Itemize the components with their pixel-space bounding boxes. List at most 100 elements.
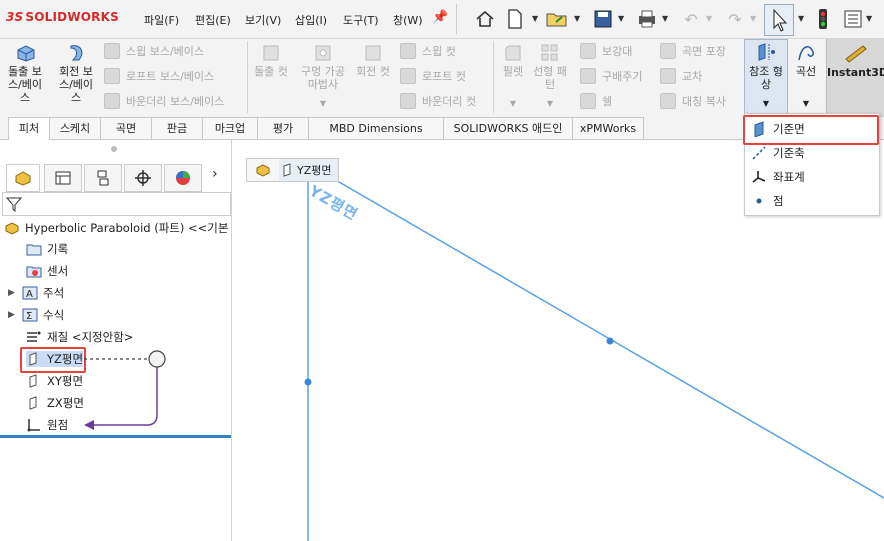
tab-solidworks-addins[interactable]: SOLIDWORKS 애드인 xyxy=(443,117,573,139)
wrap-button[interactable]: 곡면 포장 xyxy=(660,43,726,59)
menu-window[interactable]: 창(W) xyxy=(393,12,423,28)
wrap-label: 곡면 포장 xyxy=(682,45,726,58)
mirror-icon xyxy=(660,93,676,109)
hole-wizard-button[interactable]: 구멍 가공 마법사 ▼ xyxy=(296,42,350,110)
instant3d-label: Instant3D xyxy=(827,66,884,79)
tab-features[interactable]: 피처 xyxy=(8,117,50,140)
loft-boss-label: 로프트 보스/베이스 xyxy=(126,70,215,83)
print-dropdown-icon[interactable]: ▼ xyxy=(662,14,668,23)
tab-sketch[interactable]: 스케치 xyxy=(49,117,101,139)
pin-icon[interactable]: 📌 xyxy=(432,10,448,25)
boundary-boss-icon xyxy=(104,93,120,109)
extrude-cut-icon xyxy=(263,45,279,61)
tab-mbd-dimensions[interactable]: MBD Dimensions xyxy=(308,117,444,139)
open-dropdown-icon[interactable]: ▼ xyxy=(574,14,580,23)
fillet-icon xyxy=(505,45,521,61)
breadcrumb-item-yz-plane[interactable]: YZ평면 xyxy=(279,159,338,181)
curves-label: 곡선 xyxy=(795,65,817,78)
rollback-bar[interactable] xyxy=(0,435,231,438)
loft-boss-button[interactable]: 로프트 보스/베이스 xyxy=(104,68,214,84)
save-dropdown-icon[interactable]: ▼ xyxy=(618,14,624,23)
menu-item-point[interactable]: 점 xyxy=(745,190,879,212)
shell-button[interactable]: 쉘 xyxy=(580,93,612,109)
intersect-label: 교차 xyxy=(682,70,703,83)
revolve-cut-button[interactable]: 회전 컷 xyxy=(352,42,394,78)
annotation-connector xyxy=(84,350,166,430)
boundary-cut-label: 바운더리 컷 xyxy=(422,95,477,108)
swept-boss-label: 스윕 보스/베이스 xyxy=(126,45,205,58)
reference-geometry-dropdown-icon[interactable]: ▼ xyxy=(745,97,787,110)
rib-button[interactable]: 보강대 xyxy=(580,43,632,59)
point-icon xyxy=(745,193,773,209)
intersect-button[interactable]: 교차 xyxy=(660,68,702,84)
curves-dropdown-icon[interactable]: ▼ xyxy=(790,97,822,110)
linear-pattern-dropdown-icon[interactable]: ▼ xyxy=(530,97,570,110)
draft-button[interactable]: 구배주기 xyxy=(580,68,642,84)
menu-item-label: 점 xyxy=(773,194,784,208)
shell-label: 쉘 xyxy=(602,95,613,108)
toolbar-divider xyxy=(456,4,457,34)
rebuild-traffic-light-icon[interactable] xyxy=(810,6,836,32)
menu-edit[interactable]: 편집(E) xyxy=(195,12,231,28)
fillet-label: 필렛 xyxy=(502,65,524,78)
swept-cut-button[interactable]: 스윕 컷 xyxy=(400,43,456,59)
title-bar: 3S SOLIDWORKS 파일(F) 편집(E) 보기(V) 삽입(I) 도구(… xyxy=(0,0,884,39)
loft-cut-button[interactable]: 로프트 컷 xyxy=(400,68,466,84)
revolve-boss-button[interactable]: 회전 보 스/베이 스 xyxy=(54,42,98,104)
extrude-boss-button[interactable]: 돌출 보 스/베이 스 xyxy=(4,42,46,104)
redo-icon[interactable]: ↷ xyxy=(722,6,748,32)
menu-file[interactable]: 파일(F) xyxy=(144,12,179,28)
instant3d-button[interactable]: Instant3D xyxy=(826,39,884,117)
undo-icon[interactable]: ↶ xyxy=(678,6,704,32)
print-icon[interactable] xyxy=(634,6,660,32)
select-pointer-button[interactable] xyxy=(764,4,794,36)
curves-button[interactable]: 곡선 ▼ xyxy=(790,42,822,110)
swept-boss-button[interactable]: 스윕 보스/베이스 xyxy=(104,43,204,59)
tab-surfaces[interactable]: 곡면 xyxy=(100,117,152,139)
mirror-label: 대칭 복사 xyxy=(682,95,726,108)
revolve-boss-label: 회전 보 스/베이 스 xyxy=(58,65,94,104)
menu-item-coordinate-system[interactable]: 좌표계 xyxy=(745,166,879,188)
boundary-cut-button[interactable]: 바운더리 컷 xyxy=(400,93,476,109)
swept-cut-icon xyxy=(400,43,416,59)
boundary-boss-label: 바운더리 보스/베이스 xyxy=(126,95,225,108)
select-dropdown-icon[interactable]: ▼ xyxy=(798,14,804,23)
redo-dropdown-icon[interactable]: ▼ xyxy=(750,14,756,23)
command-manager-ribbon: 돌출 보 스/베이 스 회전 보 스/베이 스 스윕 보스/베이스 로프트 보스… xyxy=(0,39,884,117)
menu-item-axis[interactable]: 기준축 xyxy=(745,142,879,164)
ribbon-divider xyxy=(247,41,248,113)
hole-wizard-label: 구멍 가공 마법사 xyxy=(301,65,345,91)
reference-geometry-menu: 기준면 기준축 좌표계 점 xyxy=(743,113,880,216)
reference-geometry-label: 참조 형 상 xyxy=(749,65,783,91)
fillet-dropdown-icon[interactable]: ▼ xyxy=(497,97,529,110)
tab-xpmworks[interactable]: xPMWorks xyxy=(572,117,644,139)
undo-dropdown-icon[interactable]: ▼ xyxy=(706,14,712,23)
file-properties-icon[interactable] xyxy=(840,6,866,32)
tab-sheet-metal[interactable]: 판금 xyxy=(151,117,203,139)
linear-pattern-button[interactable]: 선형 패 턴 ▼ xyxy=(530,42,570,110)
menu-tools[interactable]: 도구(T) xyxy=(343,12,379,28)
save-icon[interactable] xyxy=(590,6,616,32)
boundary-boss-button[interactable]: 바운더리 보스/베이스 xyxy=(104,93,224,109)
tab-evaluate[interactable]: 평가 xyxy=(257,117,309,139)
solidworks-logo: 3S SOLIDWORKS xyxy=(6,10,119,24)
plane-icon xyxy=(283,163,291,177)
open-folder-icon[interactable] xyxy=(544,6,570,32)
curves-icon xyxy=(798,46,814,61)
properties-dropdown-icon[interactable]: ▼ xyxy=(866,14,872,23)
new-document-icon[interactable] xyxy=(502,6,528,32)
hole-wizard-dropdown-icon[interactable]: ▼ xyxy=(296,97,350,110)
menu-item-label: 좌표계 xyxy=(773,170,805,184)
menu-insert[interactable]: 삽입(I) xyxy=(295,12,327,28)
feature-manager-panel: › Hyperbolic Paraboloid (파트) <<기본 기록 센서 … xyxy=(0,140,232,541)
new-dropdown-icon[interactable]: ▼ xyxy=(532,14,538,23)
tab-markup[interactable]: 마크업 xyxy=(202,117,258,139)
mirror-button[interactable]: 대칭 복사 xyxy=(660,93,726,109)
fillet-button[interactable]: 필렛 ▼ xyxy=(497,42,529,110)
extrude-cut-button[interactable]: 돌출 컷 xyxy=(251,42,291,78)
part-breadcrumb-icon[interactable] xyxy=(247,163,279,177)
extrude-boss-icon xyxy=(17,45,35,62)
home-icon[interactable] xyxy=(472,6,498,32)
menu-view[interactable]: 보기(V) xyxy=(245,12,281,28)
reference-geometry-button[interactable]: 참조 형 상 ▼ xyxy=(744,39,788,115)
